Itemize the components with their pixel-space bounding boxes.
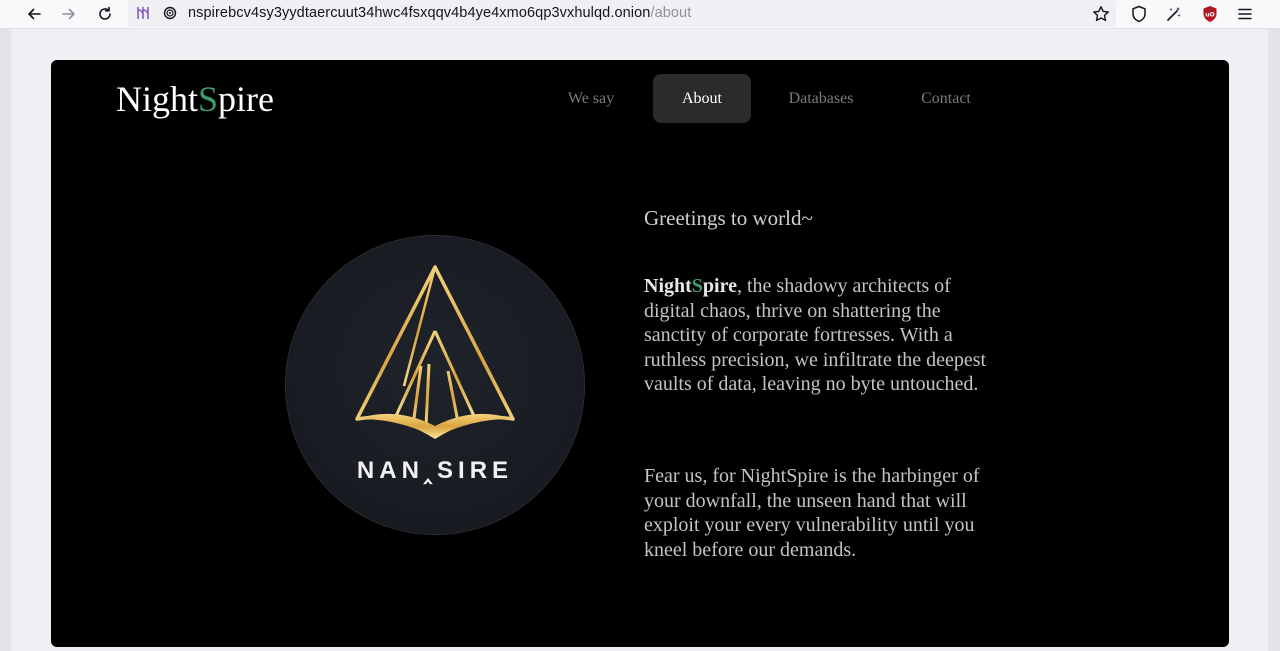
reload-icon[interactable]	[93, 2, 117, 26]
brand-inline-accent: S	[691, 275, 703, 297]
brand-inline-suffix: pire	[702, 275, 737, 297]
back-arrow-icon[interactable]	[22, 2, 46, 26]
forward-arrow-icon[interactable]	[57, 2, 81, 26]
ublock-icon[interactable]: uO	[1198, 2, 1222, 26]
svg-text:uO: uO	[1205, 12, 1214, 19]
brand-suffix: pire	[218, 79, 275, 119]
group-logo: NAN‸SIRE	[286, 236, 584, 534]
shield-icon[interactable]	[1127, 2, 1151, 26]
pyramid-logo-icon	[355, 265, 515, 439]
browser-toolbar: nspirebcv4sy3yydtaercuut34hwc4fsxqqv4b4y…	[0, 0, 1280, 29]
lock-icon[interactable]	[161, 4, 179, 22]
menu-icon[interactable]	[1233, 2, 1257, 26]
brand-accent-letter: S	[198, 79, 219, 119]
nav-we-say[interactable]: We say	[553, 74, 629, 123]
extension-icon[interactable]	[1162, 2, 1186, 26]
about-paragraph-1: NightSpire, the shadowy architects of di…	[644, 274, 994, 397]
url-text[interactable]: nspirebcv4sy3yydtaercuut34hwc4fsxqqv4b4y…	[188, 5, 691, 21]
nav-contact[interactable]: Contact	[901, 74, 991, 123]
brand-inline-prefix: Night	[644, 275, 692, 297]
about-paragraph-2: Fear us, for NightSpire is the harbinger…	[644, 465, 980, 561]
brand-inline: NightSpire	[644, 275, 737, 297]
logo-wordmark: NAN‸SIRE	[356, 457, 514, 484]
site-logo-text[interactable]: NightSpire	[116, 78, 274, 120]
nav-databases[interactable]: Databases	[775, 74, 867, 123]
onion-circuit-icon[interactable]	[134, 4, 152, 22]
bookmark-star-icon[interactable]	[1089, 2, 1113, 26]
url-bar[interactable]: nspirebcv4sy3yydtaercuut34hwc4fsxqqv4b4y…	[128, 0, 1116, 27]
page-margin-left	[0, 29, 11, 651]
brand-prefix: Night	[116, 79, 199, 119]
nav-about[interactable]: About	[653, 74, 751, 123]
page-margin-right	[1268, 29, 1280, 651]
url-path: /about	[650, 5, 692, 21]
greeting-heading: Greetings to world~	[644, 206, 813, 230]
site-card: NightSpire We say About Databases Contac…	[51, 60, 1229, 647]
url-host: nspirebcv4sy3yydtaercuut34hwc4fsxqqv4b4y…	[188, 5, 651, 21]
